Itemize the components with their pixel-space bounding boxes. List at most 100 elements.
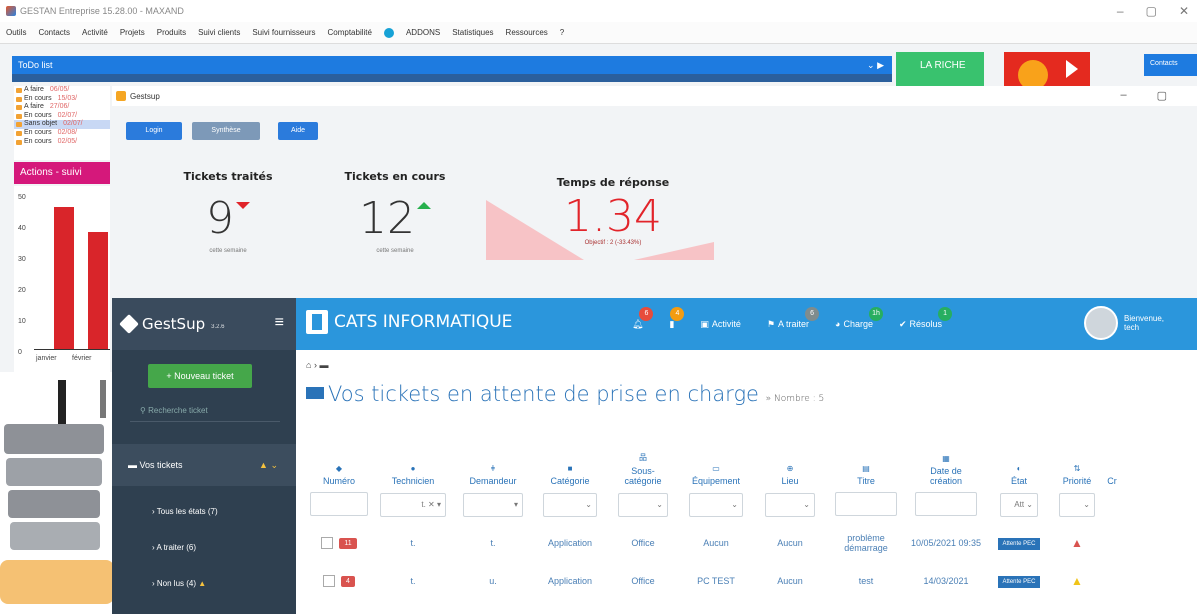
trend-down-icon [236, 202, 250, 209]
activite-button[interactable]: ▣ Activité [700, 319, 741, 330]
sidebar-item-vos-tickets[interactable]: ▬ Vos tickets ▲ ⌄ [112, 444, 296, 486]
chevron-down-icon[interactable]: ⌄ ▶ [867, 56, 884, 74]
maximize-icon[interactable]: ▢ [1146, 4, 1157, 18]
sidebar-item-tous-les-etats[interactable]: › Tous les états (7) [112, 494, 296, 530]
col-equipement[interactable]: ▭ Équipement [678, 430, 754, 486]
ticket-icon: ▬ [319, 360, 329, 370]
synthese-button[interactable]: Synthèse [192, 122, 260, 140]
filter-lieu[interactable]: ⌄ [765, 493, 815, 517]
col-lieu[interactable]: ⊕ Lieu [754, 430, 826, 486]
col-titre[interactable]: ▤ Titre [826, 430, 906, 486]
col-sous-categorie[interactable]: 品 Sous-catégorie [608, 430, 678, 486]
col-date-creation[interactable]: ▦ Date de création [906, 430, 986, 486]
warning-icon: ▲ [198, 579, 207, 588]
priority-high-icon: ▲ [1071, 536, 1083, 550]
kpi-sub: cette semaine [376, 248, 414, 254]
filter-technicien[interactable]: t. ✕ ▾ [380, 493, 446, 517]
menu-item[interactable]: Projets [120, 28, 145, 37]
menu-item[interactable]: ADDONS [406, 28, 440, 37]
row-checkbox[interactable] [323, 575, 336, 587]
page-title: Vos tickets en attente de prise en charg… [306, 382, 824, 406]
gestsup-window: Gestsup – ▢ Login Synthèse Aide Tickets … [112, 86, 1197, 614]
help-icon[interactable] [383, 27, 394, 38]
col-technicien[interactable]: ● Technicien [372, 430, 454, 486]
menu-item[interactable]: Statistiques [452, 28, 493, 37]
list-item[interactable]: En cours 02/08/ [14, 129, 110, 138]
background-window-titlebar: GESTAN Entreprise 15.28.00 - MAXAND – ▢ … [0, 0, 1197, 22]
play-icon [1066, 60, 1078, 78]
globe-icon: ⊕ [786, 464, 794, 473]
aide-button[interactable]: Aide [278, 122, 318, 140]
sidebar-item-non-lus[interactable]: › Non lus (4) ▲ [112, 566, 296, 602]
row-checkbox[interactable] [321, 537, 334, 549]
filter-numero[interactable] [310, 492, 368, 516]
sidebar-item-a-traiter[interactable]: › A traiter (6) [112, 530, 296, 566]
charge-button[interactable]: ◕ Charge 1h [835, 307, 883, 329]
brand[interactable]: GestSup 3.2.6 ≡ [112, 298, 296, 350]
list-item[interactable]: A faire 06/05/ [14, 86, 110, 95]
trend-up-icon [417, 202, 431, 209]
menu-item[interactable]: Produits [157, 28, 186, 37]
menu-item[interactable]: Contacts [38, 28, 70, 37]
cell-equipement: PC TEST [697, 576, 735, 586]
minimize-icon[interactable]: – [1120, 89, 1126, 102]
filter-date[interactable] [915, 492, 977, 516]
menu-item[interactable]: Comptabilité [327, 28, 371, 37]
col-cr[interactable]: Cr [1102, 430, 1122, 486]
col-priorite[interactable]: ⇅ Priorité [1052, 430, 1102, 486]
filter-categorie[interactable]: ⌄ [543, 493, 597, 517]
filter-sous-categorie[interactable]: ⌄ [618, 493, 668, 517]
table-row[interactable]: 4 t. u. Application Office PC TEST Aucun… [306, 562, 1122, 600]
menu-item[interactable]: ? [560, 28, 564, 37]
todo-columns [12, 74, 892, 82]
home-icon[interactable]: ⌂ [306, 360, 311, 370]
menu-item[interactable]: Ressources [506, 28, 548, 37]
login-button[interactable]: Login [126, 122, 182, 140]
actions-header: Actions - suivi [14, 162, 110, 184]
filter-demandeur[interactable]: ▾ [463, 493, 523, 517]
square-icon: ■ [567, 464, 573, 473]
ticket-number[interactable]: 11 [339, 537, 357, 549]
background-menubar: Outils Contacts Activité Projets Produit… [0, 22, 1197, 44]
col-demandeur[interactable]: ǂ Demandeur [454, 430, 532, 486]
table-row[interactable]: 11 t. t. Application Office Aucun Aucun … [306, 524, 1122, 562]
menu-item[interactable]: Suivi fournisseurs [252, 28, 315, 37]
ticket-number[interactable]: 4 [341, 575, 355, 587]
cell-categorie: Application [547, 538, 593, 548]
list-item[interactable]: En cours 02/07/ [14, 112, 110, 121]
bookmarks-button[interactable]: ▮ 4 [669, 306, 685, 330]
notifications-button[interactable]: 🔔︎ 6 [632, 306, 654, 330]
a-traiter-button[interactable]: ⚑ A traiter 6 [767, 306, 820, 330]
list-item[interactable]: A faire 27/06/ [14, 103, 110, 112]
search-ticket-input[interactable]: ⚲ Recherche ticket [130, 400, 280, 422]
company-logo [306, 310, 328, 334]
list-item[interactable]: Sans objet 02/07/ [14, 120, 110, 129]
alert-tile[interactable] [1004, 52, 1090, 90]
riche-tile[interactable]: LA RICHE [896, 52, 984, 86]
maximize-icon[interactable]: ▢ [1157, 89, 1167, 102]
minimize-icon[interactable]: – [1117, 4, 1124, 18]
menu-item[interactable]: Activité [82, 28, 108, 37]
menu-item[interactable]: Outils [6, 28, 26, 37]
filter-etat[interactable]: Att ⌄ [1000, 493, 1038, 517]
menu-icon[interactable]: ≡ [275, 314, 284, 332]
filter-priorite[interactable]: ⌄ [1059, 493, 1095, 517]
col-etat[interactable]: ◐ État [986, 430, 1052, 486]
kpi-label: Tickets traités [183, 170, 273, 183]
close-icon[interactable]: ✕ [1179, 4, 1189, 18]
tag-icon [119, 314, 139, 334]
menu-item[interactable]: Suivi clients [198, 28, 240, 37]
contacts-button[interactable]: Contacts [1144, 54, 1197, 76]
col-numero[interactable]: ◆ Numéro [306, 430, 372, 486]
resolus-button[interactable]: ✔ Résolus 1 [899, 306, 953, 330]
filter-equipement[interactable]: ⌄ [689, 493, 743, 517]
kpi-sub: cette semaine [209, 248, 247, 254]
filter-titre[interactable] [835, 492, 897, 516]
list-item[interactable]: En cours 02/05/ [14, 138, 110, 147]
new-ticket-button[interactable]: + Nouveau ticket [148, 364, 252, 388]
user-menu[interactable]: Bienvenue, tech [1084, 306, 1164, 340]
cell-sous-categorie: Office [631, 576, 655, 586]
col-categorie[interactable]: ■ Catégorie [532, 430, 608, 486]
breadcrumb[interactable]: ⌂ › ▬ [306, 360, 328, 370]
list-item[interactable]: En cours 15/03/ [14, 95, 110, 104]
